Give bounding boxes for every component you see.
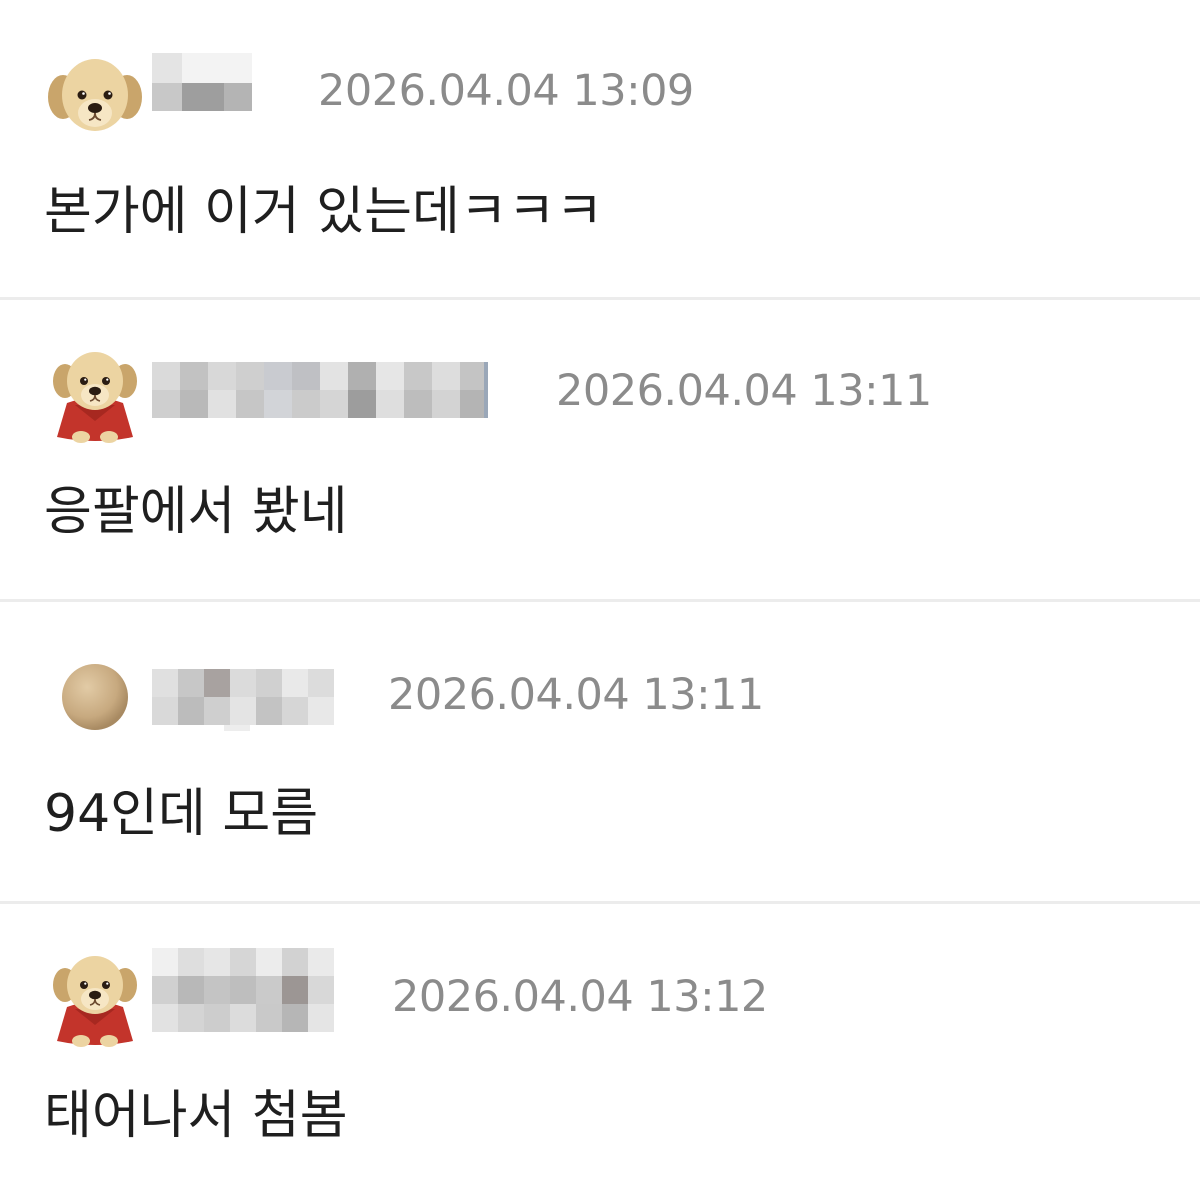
avatar[interactable] xyxy=(45,949,145,1049)
puppy-red-cape-icon xyxy=(53,352,137,443)
avatar[interactable] xyxy=(45,45,145,145)
comment-timestamp: 2026.04.04 13:12 xyxy=(392,972,768,1022)
comment-text: 94인데 모름 xyxy=(44,784,319,844)
comment-item: 2026.04.04 13:09 본가에 이거 있는데ㅋㅋㅋ xyxy=(0,0,1200,300)
puppy-face-icon xyxy=(48,59,142,131)
comment-text: 응팔에서 봤네 xyxy=(44,482,348,542)
comment-item: 2026.04.04 13:11 응팔에서 봤네 xyxy=(0,300,1200,602)
comment-item: 2026.04.04 13:11 94인데 모름 xyxy=(0,602,1200,904)
comment-timestamp: 2026.04.04 13:11 xyxy=(556,366,932,416)
nickname-blurred[interactable] xyxy=(152,53,252,113)
avatar[interactable] xyxy=(45,647,145,747)
nickname-blurred[interactable] xyxy=(152,948,336,1036)
nickname-blurred[interactable] xyxy=(152,362,488,418)
avatar[interactable] xyxy=(45,345,145,445)
puppy-red-cape-icon xyxy=(53,956,137,1047)
comment-timestamp: 2026.04.04 13:09 xyxy=(318,66,694,116)
comment-item: 2026.04.04 13:12 태어나서 첨봄 xyxy=(0,904,1200,1200)
beige-circle-icon xyxy=(62,664,128,730)
comment-timestamp: 2026.04.04 13:11 xyxy=(388,670,764,720)
comment-text: 태어나서 첨봄 xyxy=(44,1086,348,1146)
nickname-blurred[interactable] xyxy=(152,669,336,731)
comment-text: 본가에 이거 있는데ㅋㅋㅋ xyxy=(44,182,604,242)
